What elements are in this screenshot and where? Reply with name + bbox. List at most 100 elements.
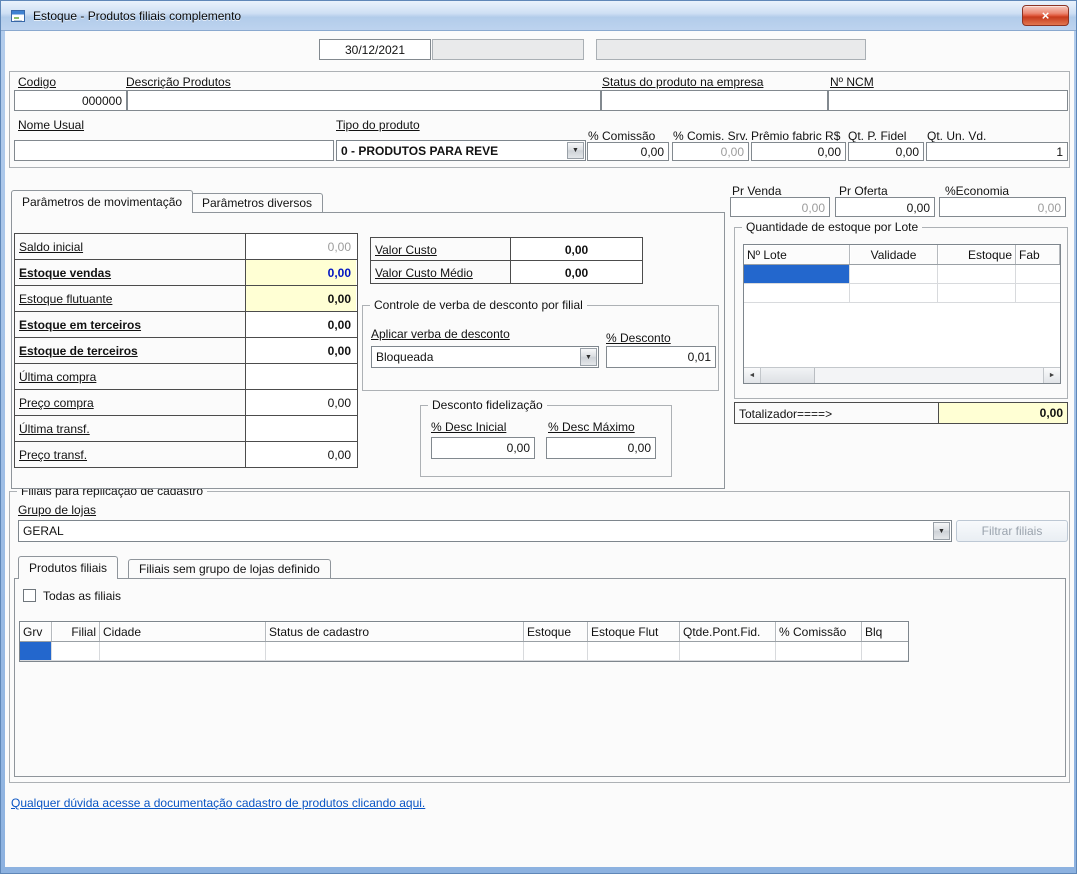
grid-row: Estoque de terceiros0,00 bbox=[15, 338, 357, 364]
filtrar-filiais-button[interactable]: Filtrar filiais bbox=[956, 520, 1068, 542]
grid-row: Estoque vendas0,00 bbox=[15, 260, 357, 286]
aplicar-verba-label: Aplicar verba de desconto bbox=[371, 328, 510, 341]
valor-custo-medio-label: Valor Custo Médio bbox=[370, 260, 511, 284]
estoque-flutuante-value[interactable]: 0,00 bbox=[246, 286, 356, 311]
lote-table-row[interactable] bbox=[744, 265, 1060, 284]
close-icon: × bbox=[1042, 8, 1050, 23]
movimentacao-grid: Saldo inicial0,00 Estoque vendas0,00 Est… bbox=[14, 233, 358, 468]
grid-row: Preço compra0,00 bbox=[15, 390, 357, 416]
tipo-produto-value: 0 - PRODUTOS PARA REVE bbox=[341, 144, 565, 158]
estoque-em-terceiros-label: Estoque em terceiros bbox=[15, 312, 246, 337]
estoque-flutuante-label: Estoque flutuante bbox=[15, 286, 246, 311]
filiais-col-header: Qtde.Pont.Fid. bbox=[680, 622, 776, 641]
ncm-input[interactable] bbox=[828, 90, 1068, 111]
filiais-col-header: Estoque Flut bbox=[588, 622, 680, 641]
scrollbar-thumb[interactable] bbox=[761, 368, 815, 383]
valor-custo-value[interactable]: 0,00 bbox=[510, 237, 643, 261]
codigo-input[interactable]: 000000 bbox=[14, 90, 127, 111]
totalizador-label: Totalizador====> bbox=[734, 402, 939, 424]
desconto-fidelizacao-group: Desconto fidelização % Desc Inicial % De… bbox=[420, 405, 672, 477]
premio-fabric-input[interactable]: 0,00 bbox=[751, 142, 846, 161]
estoque-vendas-value[interactable]: 0,00 bbox=[246, 260, 356, 285]
lote-horizontal-scrollbar[interactable]: ◄ ► bbox=[744, 367, 1060, 383]
estoque-em-terceiros-value[interactable]: 0,00 bbox=[246, 312, 356, 337]
valor-custo-medio-value[interactable]: 0,00 bbox=[510, 260, 643, 284]
preco-compra-value[interactable]: 0,00 bbox=[246, 390, 356, 415]
status-produto-input[interactable] bbox=[601, 90, 828, 111]
close-button[interactable]: × bbox=[1022, 5, 1069, 26]
pr-oferta-input[interactable]: 0,00 bbox=[835, 197, 935, 217]
filiais-selected-cell[interactable] bbox=[20, 642, 52, 661]
scroll-left-icon[interactable]: ◄ bbox=[744, 368, 761, 383]
chevron-down-icon[interactable]: ▼ bbox=[567, 142, 584, 159]
grid-row: Preço transf.0,00 bbox=[15, 442, 357, 467]
qt-un-vd-input[interactable]: 1 bbox=[926, 142, 1068, 161]
ultima-transf-label: Última transf. bbox=[15, 416, 246, 441]
documentation-link[interactable]: Qualquer dúvida acesse a documentação ca… bbox=[11, 796, 425, 810]
economia-input: 0,00 bbox=[939, 197, 1066, 217]
todas-filiais-checkbox[interactable] bbox=[23, 589, 36, 602]
filiais-col-header: Blq bbox=[862, 622, 908, 641]
product-id-group: Codigo Descrição Produtos Status do prod… bbox=[9, 71, 1070, 168]
scrollbar-track[interactable] bbox=[815, 368, 1043, 383]
descricao-label: Descrição Produtos bbox=[126, 76, 231, 89]
nome-usual-input[interactable] bbox=[14, 140, 334, 161]
preco-compra-label: Preço compra bbox=[15, 390, 246, 415]
parametros-tab-panel: Saldo inicial0,00 Estoque vendas0,00 Est… bbox=[11, 212, 725, 489]
filiais-col-header: Status de cadastro bbox=[266, 622, 524, 641]
qt-p-fidel-input[interactable]: 0,00 bbox=[848, 142, 924, 161]
tab-parametros-diversos[interactable]: Parâmetros diversos bbox=[191, 193, 323, 212]
desc-inicial-input[interactable]: 0,00 bbox=[431, 437, 535, 459]
filiais-table-row[interactable] bbox=[20, 642, 908, 661]
ultima-compra-value[interactable] bbox=[246, 364, 356, 389]
tab-produtos-filiais[interactable]: Produtos filiais bbox=[18, 556, 118, 579]
totalizador-value: 0,00 bbox=[938, 402, 1068, 424]
app-window: Estoque - Produtos filiais complemento ×… bbox=[0, 0, 1077, 874]
date-field[interactable]: 30/12/2021 bbox=[319, 39, 431, 60]
lote-col-header: Fab bbox=[1016, 245, 1060, 264]
status-produto-label: Status do produto na empresa bbox=[602, 76, 763, 89]
header-field-tertiary bbox=[596, 39, 866, 60]
scroll-right-icon[interactable]: ► bbox=[1043, 368, 1060, 383]
pr-venda-input: 0,00 bbox=[730, 197, 830, 217]
tipo-produto-combobox[interactable]: 0 - PRODUTOS PARA REVE ▼ bbox=[336, 140, 586, 161]
tab-filiais-sem-grupo[interactable]: Filiais sem grupo de lojas definido bbox=[128, 559, 331, 578]
desc-maximo-input[interactable]: 0,00 bbox=[546, 437, 656, 459]
filiais-tab-panel: Todas as filiais Grv Filial Cidade Statu… bbox=[14, 578, 1066, 777]
chevron-down-icon[interactable]: ▼ bbox=[580, 348, 597, 366]
desc-inicial-label: % Desc Inicial bbox=[431, 421, 506, 434]
descricao-input[interactable] bbox=[127, 90, 601, 111]
estoque-de-terceiros-value[interactable]: 0,00 bbox=[246, 338, 356, 363]
estoque-vendas-label: Estoque vendas bbox=[15, 260, 246, 285]
comis-srv-input: 0,00 bbox=[672, 142, 749, 161]
preco-transf-value[interactable]: 0,00 bbox=[246, 442, 356, 467]
desc-maximo-label: % Desc Máximo bbox=[548, 421, 635, 434]
titlebar: Estoque - Produtos filiais complemento × bbox=[1, 1, 1077, 31]
ultima-transf-value[interactable] bbox=[246, 416, 356, 441]
todas-filiais-label: Todas as filiais bbox=[43, 590, 121, 603]
grupo-lojas-value: GERAL bbox=[23, 524, 931, 538]
grupo-lojas-combobox[interactable]: GERAL ▼ bbox=[18, 520, 952, 542]
lote-col-header: Validade bbox=[850, 245, 938, 264]
saldo-inicial-value: 0,00 bbox=[246, 234, 356, 259]
lote-col-header: Estoque bbox=[938, 245, 1016, 264]
lote-group-title: Quantidade de estoque por Lote bbox=[742, 220, 922, 234]
grid-row: Estoque flutuante0,00 bbox=[15, 286, 357, 312]
aplicar-verba-combobox[interactable]: Bloqueada ▼ bbox=[371, 346, 599, 368]
verba-desconto-title: Controle de verba de desconto por filial bbox=[370, 298, 587, 312]
header-field-secondary bbox=[432, 39, 584, 60]
saldo-inicial-label: Saldo inicial bbox=[15, 234, 246, 259]
perc-desconto-input[interactable]: 0,01 bbox=[606, 346, 716, 368]
filiais-group: Filiais para replicação de cadastro Grup… bbox=[9, 491, 1070, 783]
chevron-down-icon[interactable]: ▼ bbox=[933, 522, 950, 540]
comissao-input[interactable]: 0,00 bbox=[587, 142, 669, 161]
grid-row: Última transf. bbox=[15, 416, 357, 442]
filiais-col-header: Cidade bbox=[100, 622, 266, 641]
lote-table-row[interactable] bbox=[744, 284, 1060, 303]
lote-selected-cell[interactable] bbox=[744, 265, 850, 284]
filiais-table: Grv Filial Cidade Status de cadastro Est… bbox=[19, 621, 909, 662]
tab-parametros-movimentacao[interactable]: Parâmetros de movimentação bbox=[11, 190, 193, 213]
grid-row: Saldo inicial0,00 bbox=[15, 234, 357, 260]
perc-desconto-label: % Desconto bbox=[606, 332, 671, 345]
estoque-de-terceiros-label: Estoque de terceiros bbox=[15, 338, 246, 363]
